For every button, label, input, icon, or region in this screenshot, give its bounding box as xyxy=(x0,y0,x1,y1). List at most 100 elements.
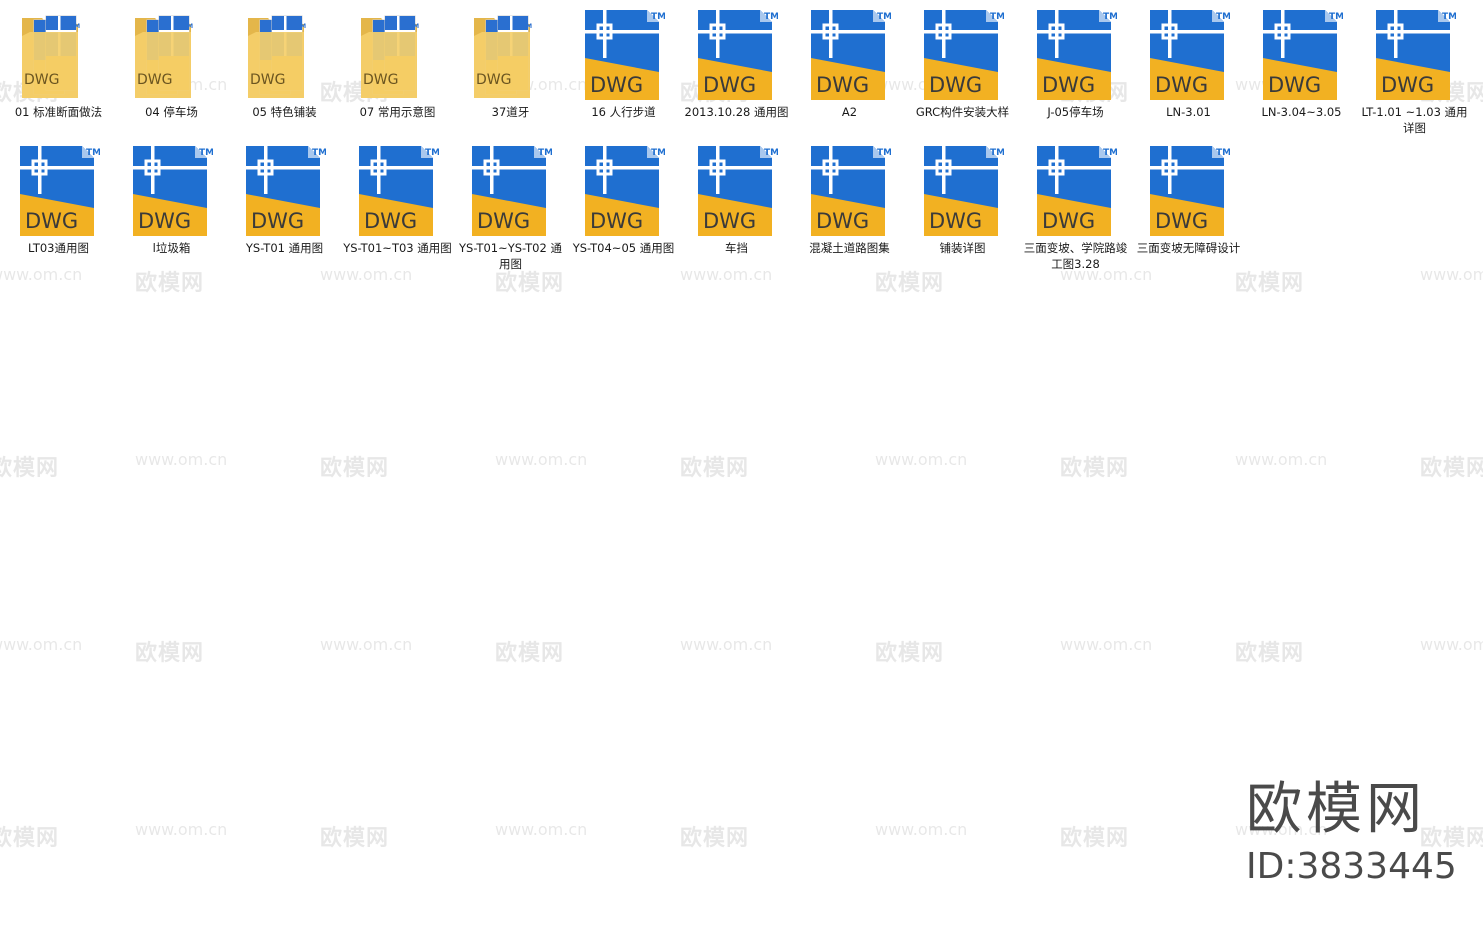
svg-text:DWG: DWG xyxy=(1042,73,1095,97)
svg-text:DWG: DWG xyxy=(137,72,172,88)
folder-item[interactable]: TM DWG 01 标准断面做法 xyxy=(2,10,115,146)
watermark-cn: 欧模网 xyxy=(875,641,945,666)
watermark-url: www.om.cn xyxy=(135,820,228,839)
file-label: 混凝土道路图集 xyxy=(809,241,890,255)
dwg-file-icon: DWG TM xyxy=(1150,146,1231,236)
svg-text:TM: TM xyxy=(990,12,1004,22)
svg-text:TM: TM xyxy=(651,148,665,158)
dwg-file-item[interactable]: DWG TM 混凝土道路图集 xyxy=(793,146,906,282)
svg-text:DWG: DWG xyxy=(138,209,191,233)
dwg-file-icon: DWG TM xyxy=(359,146,440,242)
file-label: YS-T04~05 通用图 xyxy=(572,241,675,255)
svg-text:TM: TM xyxy=(1103,148,1117,158)
file-label: 01 标准断面做法 xyxy=(14,105,103,119)
svg-text:DWG: DWG xyxy=(590,209,643,233)
dwg-file-icon: DWG TM xyxy=(698,146,779,242)
svg-text:TM: TM xyxy=(86,148,100,158)
dwg-file-icon: DWG TM xyxy=(1037,10,1118,100)
dwg-file-item[interactable]: DWG TM GRC构件安装大样 xyxy=(906,10,1019,146)
svg-text:DWG: DWG xyxy=(1155,73,1208,97)
file-label: YS-T01~T03 通用图 xyxy=(343,241,452,255)
watermark-cn: 欧模网 xyxy=(1420,456,1483,481)
file-label: 车挡 xyxy=(725,241,748,255)
watermark-url: www.om.cn xyxy=(680,635,773,654)
dwg-file-icon: DWG TM xyxy=(1037,10,1118,106)
watermark-url: www.om.cn xyxy=(320,635,413,654)
folder-icon: TM DWG xyxy=(22,15,80,98)
svg-text:DWG: DWG xyxy=(476,72,511,88)
folder-icon: TM DWG xyxy=(135,15,193,98)
dwg-file-item[interactable]: DWG TM A2 xyxy=(793,10,906,146)
file-label: 2013.10.28 通用图 xyxy=(684,105,789,119)
dwg-file-icon: DWG TM xyxy=(20,146,101,242)
folder-icon: TM DWG xyxy=(133,10,213,106)
dwg-file-icon: DWG TM xyxy=(1150,146,1231,242)
folder-icon: TM DWG xyxy=(359,10,439,106)
watermark-cn: 欧模网 xyxy=(495,641,565,666)
dwg-file-item[interactable]: DWG TM LN-3.01 xyxy=(1132,10,1245,146)
dwg-file-icon: DWG TM xyxy=(133,146,214,242)
svg-text:DWG: DWG xyxy=(703,73,756,97)
watermark-url: www.om.cn xyxy=(875,450,968,469)
svg-text:TM: TM xyxy=(764,148,778,158)
dwg-file-item[interactable]: DWG TM LT03通用图 xyxy=(2,146,115,282)
svg-text:DWG: DWG xyxy=(24,72,59,88)
dwg-file-item[interactable]: DWG TM 铺装详图 xyxy=(906,146,1019,282)
folder-item[interactable]: TM DWG 05 特色铺装 xyxy=(228,10,341,146)
folder-item[interactable]: TM DWG 37道牙 xyxy=(454,10,567,146)
watermark-cn: 欧模网 xyxy=(680,456,750,481)
file-label: 05 特色铺装 xyxy=(252,105,317,119)
watermark-url: www.om.cn xyxy=(1420,635,1483,654)
svg-text:TM: TM xyxy=(425,148,439,158)
dwg-file-icon: DWG TM xyxy=(133,146,214,236)
file-label: A2 xyxy=(841,105,858,119)
watermark-cn: 欧模网 xyxy=(0,826,60,851)
folder-item[interactable]: TM DWG 07 常用示意图 xyxy=(341,10,454,146)
dwg-file-item[interactable]: DWG TM 三面变坡、学院路竣工图3.28 xyxy=(1019,146,1132,282)
file-explorer-view: 欧模网 www.om.cn 欧模网 www.om.cn 欧模网 www.om.cn 欧模网 w… xyxy=(0,0,1483,934)
dwg-file-item[interactable]: DWG TM LN-3.04~3.05 xyxy=(1245,10,1358,146)
dwg-file-icon: DWG TM xyxy=(924,10,1005,106)
dwg-file-item[interactable]: DWG TM 车挡 xyxy=(680,146,793,282)
watermark-cn: 欧模网 xyxy=(680,826,750,851)
svg-text:DWG: DWG xyxy=(477,209,530,233)
file-label: LN-3.04~3.05 xyxy=(1261,105,1342,119)
dwg-file-item[interactable]: DWG TM YS-T01~T03 通用图 xyxy=(341,146,454,282)
svg-text:DWG: DWG xyxy=(929,209,982,233)
dwg-file-item[interactable]: DWG TM LT-1.01 ~1.03 通用详图 xyxy=(1358,10,1471,146)
dwg-file-item[interactable]: DWG TM 16 人行步道 xyxy=(567,10,680,146)
folder-icon: TM DWG xyxy=(20,10,100,106)
folder-icon: TM DWG xyxy=(472,10,552,106)
svg-text:DWG: DWG xyxy=(816,73,869,97)
file-label: YS-T01 通用图 xyxy=(245,241,324,255)
dwg-file-icon: DWG TM xyxy=(698,10,779,100)
dwg-file-item[interactable]: DWG TM YS-T01 通用图 xyxy=(228,146,341,282)
dwg-file-icon: DWG TM xyxy=(585,10,666,100)
watermark-url: www.om.cn xyxy=(495,820,588,839)
svg-text:TM: TM xyxy=(877,148,891,158)
svg-text:DWG: DWG xyxy=(1155,209,1208,233)
dwg-file-icon: DWG TM xyxy=(585,146,666,242)
watermark-url: www.om.cn xyxy=(135,450,228,469)
dwg-file-icon: DWG TM xyxy=(359,146,440,236)
svg-text:TM: TM xyxy=(651,12,665,22)
dwg-file-item[interactable]: DWG TM J-05停车场 xyxy=(1019,10,1132,146)
watermark-url: www.om.cn xyxy=(0,635,83,654)
dwg-file-icon: DWG TM xyxy=(1037,146,1118,242)
dwg-file-item[interactable]: DWG TM YS-T04~05 通用图 xyxy=(567,146,680,282)
dwg-file-item[interactable]: DWG TM 三面变坡无障碍设计 xyxy=(1132,146,1245,282)
dwg-file-icon: DWG TM xyxy=(811,10,892,100)
dwg-file-item[interactable]: DWG TM 2013.10.28 通用图 xyxy=(680,10,793,146)
dwg-file-item[interactable]: DWG TM l垃圾箱 xyxy=(115,146,228,282)
brand-stamp: 欧模网 ID:3833445 xyxy=(1246,775,1457,889)
watermark-url: www.om.cn xyxy=(1060,635,1153,654)
folder-item[interactable]: TM DWG 04 停车场 xyxy=(115,10,228,146)
folder-icon: TM DWG xyxy=(248,15,306,98)
svg-text:DWG: DWG xyxy=(250,72,285,88)
watermark-cn: 欧模网 xyxy=(1235,641,1305,666)
dwg-file-icon: DWG TM xyxy=(1263,10,1344,106)
svg-text:TM: TM xyxy=(1329,12,1343,22)
svg-text:DWG: DWG xyxy=(816,209,869,233)
watermark-url: www.om.cn xyxy=(875,820,968,839)
dwg-file-item[interactable]: DWG TM YS-T01~YS-T02 通用图 xyxy=(454,146,567,282)
